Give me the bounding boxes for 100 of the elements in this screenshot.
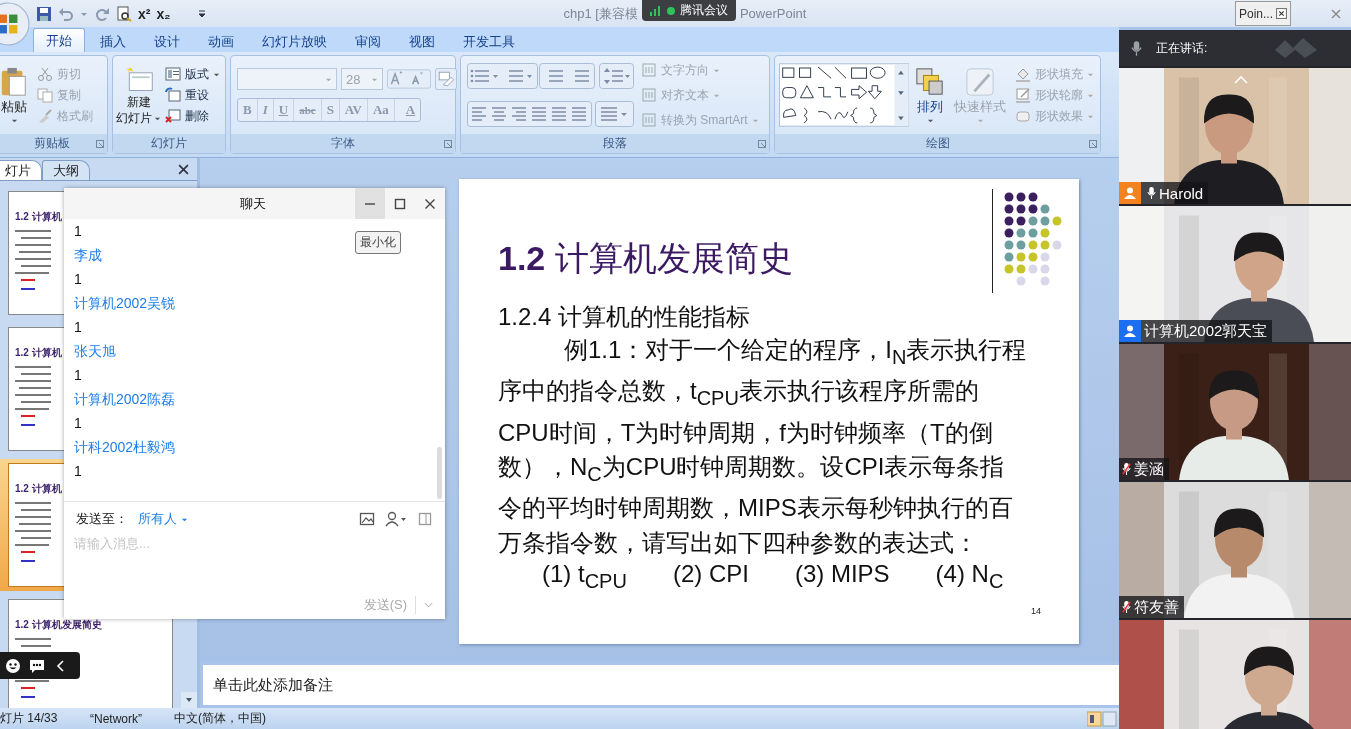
thumbnail-text-drawing bbox=[15, 366, 51, 426]
ribbon-tab[interactable]: 动画 bbox=[195, 30, 247, 52]
group-label: 字体 bbox=[331, 135, 355, 152]
print-preview-icon[interactable] bbox=[116, 5, 132, 22]
slide-title: 1.2 计算机发展简史 bbox=[498, 238, 793, 279]
scrollbar-thumb[interactable] bbox=[437, 447, 442, 499]
delete-slide-icon bbox=[165, 108, 181, 124]
chat-bubble-icon[interactable] bbox=[29, 657, 45, 674]
thumbnail-text-drawing bbox=[15, 230, 51, 290]
clear-format-icon[interactable] bbox=[435, 68, 457, 90]
ribbon-tab[interactable]: 设计 bbox=[141, 30, 193, 52]
pen-icon bbox=[1015, 87, 1031, 103]
message-text: 1 bbox=[74, 318, 82, 337]
ribbon-tab[interactable]: 开始 bbox=[33, 28, 85, 52]
dialog-launcher-icon[interactable] bbox=[96, 139, 104, 148]
tooltip: 最小化 bbox=[355, 231, 401, 254]
signal-icon bbox=[649, 5, 662, 16]
group-label: 幻灯片 bbox=[151, 135, 187, 152]
close-icon[interactable] bbox=[1276, 8, 1287, 19]
recipient-dropdown[interactable]: 所有人 bbox=[138, 510, 188, 528]
list-buttons-icon[interactable] bbox=[467, 63, 637, 89]
format-button[interactable]: x² bbox=[138, 5, 151, 22]
slide-subtitle: 1.2.4 计算机的性能指标 bbox=[498, 302, 752, 332]
ribbon-tab[interactable]: 幻灯片放映 bbox=[249, 30, 340, 52]
emoji-icon[interactable] bbox=[5, 657, 21, 674]
microphone-icon[interactable] bbox=[1131, 39, 1142, 57]
arrange-button[interactable]: 排列 bbox=[915, 66, 946, 124]
close-icon[interactable] bbox=[178, 163, 189, 175]
slide-paragraph: 例1.1：对于一个给定的程序，I$_{N}$表示执行程序中的指令总数，t$_{CPU}$表示执行该程序所需的CPU时间，T为时钟周期，f为时钟频率（T的倒数），N$_{C}$为CPU时钟周期数。设CPI表示每条指令的平均时钟周期数，MIPS表示每秒钟执行的百万条指令数，请写出如下四种参数的表达式： bbox=[498, 335, 1028, 558]
ribbon-tab[interactable]: 视图 bbox=[396, 30, 448, 52]
status-dot bbox=[666, 6, 675, 15]
font-name-field[interactable] bbox=[237, 68, 337, 90]
mini-window-title: Poin... bbox=[1238, 6, 1273, 21]
paste-button[interactable]: 粘贴 bbox=[0, 66, 29, 124]
ribbon-tab[interactable]: 审阅 bbox=[342, 30, 394, 52]
ribbon-tab[interactable]: 插入 bbox=[87, 30, 139, 52]
thumbnail-title: 1.2 计算机 bbox=[15, 482, 62, 496]
sender-name: 李成 bbox=[74, 246, 102, 265]
caret-icon bbox=[185, 696, 193, 704]
dialog-launcher-icon[interactable] bbox=[444, 139, 452, 148]
message-text: 1 bbox=[74, 366, 82, 385]
save-icon[interactable] bbox=[36, 5, 52, 22]
message-text: 1 bbox=[74, 270, 82, 289]
participant-name: 符友善 bbox=[1134, 597, 1179, 617]
alignment-buttons-icon[interactable] bbox=[467, 101, 637, 127]
status-text: 中文(简体，中国) bbox=[174, 710, 266, 727]
group-label: 段落 bbox=[603, 135, 627, 152]
thumbnail-text-drawing bbox=[15, 502, 51, 562]
new-slide-button[interactable]: 新建 幻灯片 bbox=[116, 64, 161, 126]
brush-icon bbox=[965, 66, 996, 97]
maximize-icon bbox=[394, 197, 406, 210]
format-button[interactable]: x₂ bbox=[156, 5, 171, 22]
mini-window[interactable]: Poin... bbox=[1234, 1, 1291, 26]
shape-effects-icon bbox=[1015, 108, 1031, 124]
status-text: 灯片 14/33 bbox=[0, 710, 59, 727]
pane-tab[interactable]: 灯片 bbox=[0, 160, 42, 180]
paint-bucket-icon bbox=[1015, 66, 1031, 82]
page-number: 14 bbox=[1031, 606, 1041, 616]
customize-caret-icon[interactable] bbox=[198, 9, 207, 18]
formula-label: (2) CPI bbox=[672, 560, 749, 590]
caret-icon[interactable] bbox=[424, 602, 433, 608]
ribbon-button[interactable]: 删除 bbox=[165, 107, 220, 125]
participant-name: 计算机2002郭天宝 bbox=[1144, 321, 1268, 341]
scissors-icon bbox=[37, 66, 53, 82]
sender-name: 计算机2002陈磊 bbox=[74, 390, 176, 409]
ribbon-tab[interactable]: 开发工具 bbox=[450, 30, 528, 52]
message-text: 1 bbox=[74, 414, 82, 433]
text-layout-icon bbox=[641, 112, 657, 128]
text-layout-icon bbox=[641, 62, 657, 78]
chat-title: 聊天 bbox=[240, 194, 266, 213]
panel-icon[interactable] bbox=[417, 511, 433, 527]
sender-name: 张天旭 bbox=[74, 342, 116, 361]
ribbon-button[interactable]: 重设 bbox=[165, 86, 220, 104]
ribbon-button[interactable]: 版式 bbox=[165, 65, 220, 83]
send-to-label: 发送至： bbox=[76, 510, 128, 528]
message-text: 1 bbox=[74, 222, 82, 241]
dialog-launcher-icon[interactable] bbox=[758, 139, 766, 148]
pane-tab[interactable]: 大纲 bbox=[42, 160, 90, 180]
minimize-button[interactable] bbox=[355, 188, 385, 219]
status-text: “Network” bbox=[90, 711, 143, 726]
formula-label: (3) MIPS bbox=[794, 560, 890, 590]
logo-icon bbox=[1273, 36, 1319, 60]
message-text: 1 bbox=[74, 462, 82, 481]
dialog-launcher-icon[interactable] bbox=[1089, 139, 1097, 148]
shape-gallery[interactable] bbox=[779, 61, 910, 129]
group-label: 绘图 bbox=[925, 135, 950, 152]
image-icon[interactable] bbox=[359, 511, 375, 527]
speaking-label: 正在讲话: bbox=[1156, 39, 1208, 57]
scroll-down-button[interactable] bbox=[181, 692, 197, 708]
formula-label: (1) t$_{CPU}$ bbox=[542, 560, 627, 594]
participant-name: 姜涵 bbox=[1134, 459, 1164, 479]
participant-name: Harold bbox=[1159, 184, 1204, 202]
view-buttons-icon[interactable] bbox=[1087, 710, 1117, 727]
meeting-badge[interactable]: 腾讯会议 bbox=[641, 0, 736, 21]
meeting-name: 腾讯会议 bbox=[679, 2, 728, 19]
person-icon[interactable] bbox=[385, 511, 407, 527]
reset-icon bbox=[165, 87, 181, 103]
font-size-buttons-icon[interactable] bbox=[387, 68, 431, 90]
caret-icon bbox=[154, 115, 161, 122]
notes-pane[interactable]: 单击此处添加备注 bbox=[203, 665, 1119, 705]
